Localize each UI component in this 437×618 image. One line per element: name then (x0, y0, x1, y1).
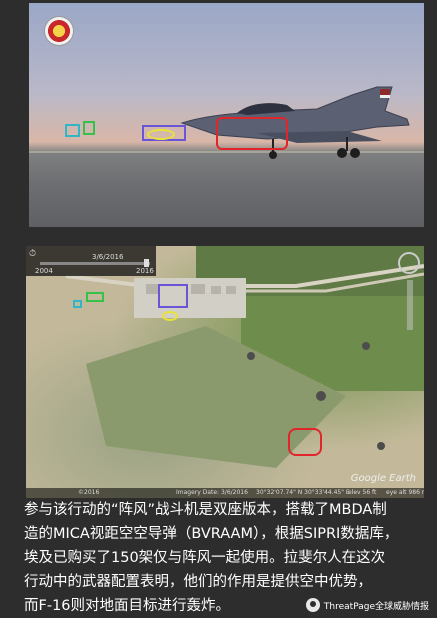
watermark-label: ThreatPage全球威胁情报 (323, 601, 429, 612)
egypt-tv-emblem-icon (45, 17, 73, 45)
map-status-bar: ©2016 Imagery Date: 3/6/2016 30°32'07.74… (26, 488, 424, 498)
google-earth-logo: Google Earth (350, 473, 416, 484)
red-annotation-box (216, 117, 288, 150)
compass-icon[interactable] (398, 252, 420, 274)
green-annotation-box (83, 121, 95, 135)
rafale-jet-image (180, 86, 410, 159)
imagery-year: ©2016 (78, 489, 100, 496)
timeline-date: 3/6/2016 (92, 253, 124, 261)
elevation: elev 56 ft (348, 489, 377, 496)
time-slider[interactable]: ⏱ 3/6/2016 2004 2016 (26, 246, 156, 276)
map-purple-box (158, 284, 188, 308)
zoom-slider[interactable] (407, 280, 413, 330)
caption-line: 行动中的武器配置表明，他们的作用是提供空中优势， (24, 574, 372, 590)
timeline-end-year: 2016 (136, 267, 154, 275)
map-yellow-ellipse (162, 311, 178, 321)
imagery-date: Imagery Date: 3/6/2016 (176, 489, 248, 496)
caption-line: 造的MICA视距空空导弹（BVRAAM），根据SIPRI数据库， (24, 526, 399, 542)
source-watermark: ThreatPage全球威胁情报 (305, 596, 429, 614)
eye-altitude: eye alt 986 m (386, 489, 424, 496)
timeline-start-year: 2004 (35, 267, 53, 275)
caption-line: 埃及已购买了150架仅与阵风一起使用。拉斐尔人在这次 (24, 550, 386, 566)
cyan-annotation-box (65, 124, 80, 137)
wechat-icon (305, 598, 320, 612)
map-red-box (288, 428, 322, 456)
map-terrain (65, 246, 424, 468)
caption-line: 参与该行动的“阵风”战斗机是双座版本，搭载了MBDA制 (24, 502, 387, 518)
satellite-map[interactable]: ⏱ 3/6/2016 2004 2016 Google Earth ©2016 … (26, 246, 424, 498)
coordinates: 30°32'07.74" N 30°33'44.45" E (256, 489, 350, 496)
yellow-annotation-ellipse (147, 129, 175, 140)
jet-photo (29, 3, 424, 227)
clock-icon: ⏱ (29, 249, 37, 259)
map-green-box (86, 292, 104, 302)
timeline-track[interactable] (40, 262, 150, 265)
map-cyan-box (73, 300, 82, 308)
timeline-handle[interactable] (144, 259, 149, 267)
